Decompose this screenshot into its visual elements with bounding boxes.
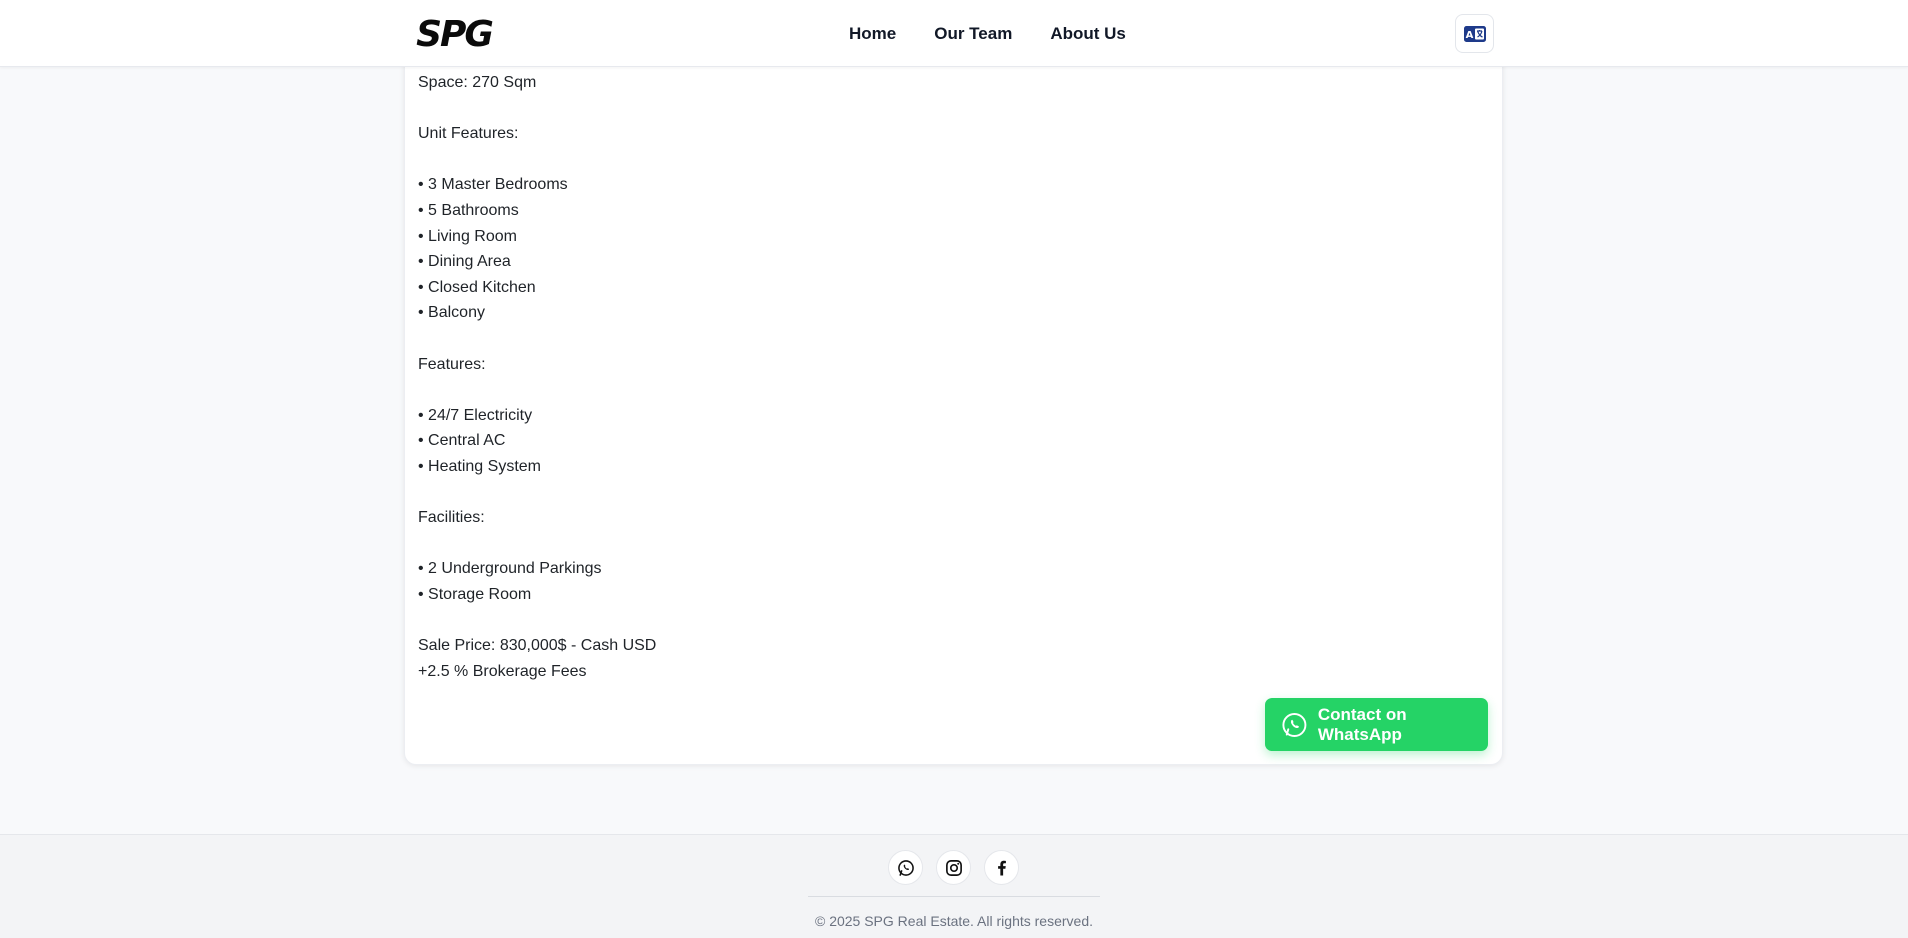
description-line: Facilities: [418,509,485,527]
feature-item: • 24/7 Electricity [418,406,533,424]
site-footer: © 2025 SPG Real Estate. All rights reser… [0,834,1908,938]
feature-item: • Heating System [418,457,541,475]
nav-our-team[interactable]: Our Team [934,24,1012,44]
description-line: Unit Features: [418,125,519,143]
footer-instagram-link[interactable] [936,850,971,885]
description-line: +2.5 % Brokerage Fees [418,662,587,680]
whatsapp-icon [1282,712,1307,737]
listing-description: Space: 270 Sqm Unit Features: • 3 Master B… [418,70,1218,684]
main-nav: Home Our Team About Us [849,0,1126,67]
nav-home[interactable]: Home [849,24,896,44]
contact-whatsapp-label: Contact on WhatsApp [1317,704,1407,744]
facebook-icon [997,860,1006,875]
spg-logo[interactable]: SPG [410,13,498,53]
feature-item: • 3 Master Bedrooms [418,176,568,194]
nav-about-us[interactable]: About Us [1050,24,1126,44]
feature-item: • Balcony [418,304,485,322]
footer-divider [808,896,1100,897]
feature-item: • Closed Kitchen [418,278,536,296]
feature-item: • Storage Room [418,585,532,603]
feature-item: • 5 Bathrooms [418,201,519,219]
translate-icon: A [1463,25,1486,42]
svg-text:SPG: SPG [416,14,492,53]
feature-item: • Living Room [418,227,517,245]
copyright-text: © 2025 SPG Real Estate. All rights reser… [814,913,1093,929]
footer-whatsapp-link[interactable] [888,850,923,885]
feature-item: • Dining Area [418,253,511,271]
whatsapp-icon [897,859,914,876]
description-line: Sale Price: 830,000$ - Cash USD [418,637,657,655]
feature-item: • 2 Underground Parkings [418,560,602,578]
description-line: Features: [418,355,486,373]
instagram-icon [945,859,962,876]
footer-facebook-link[interactable] [984,850,1019,885]
contact-whatsapp-button[interactable]: Contact on WhatsApp [1265,698,1488,751]
svg-text:A: A [1465,30,1473,41]
feature-item: • Central AC [418,432,506,450]
social-links [888,850,1019,885]
site-header: SPG Home Our Team About Us A [0,0,1908,67]
description-line: Space: 270 Sqm [418,74,537,91]
language-toggle-button[interactable]: A [1455,14,1494,53]
